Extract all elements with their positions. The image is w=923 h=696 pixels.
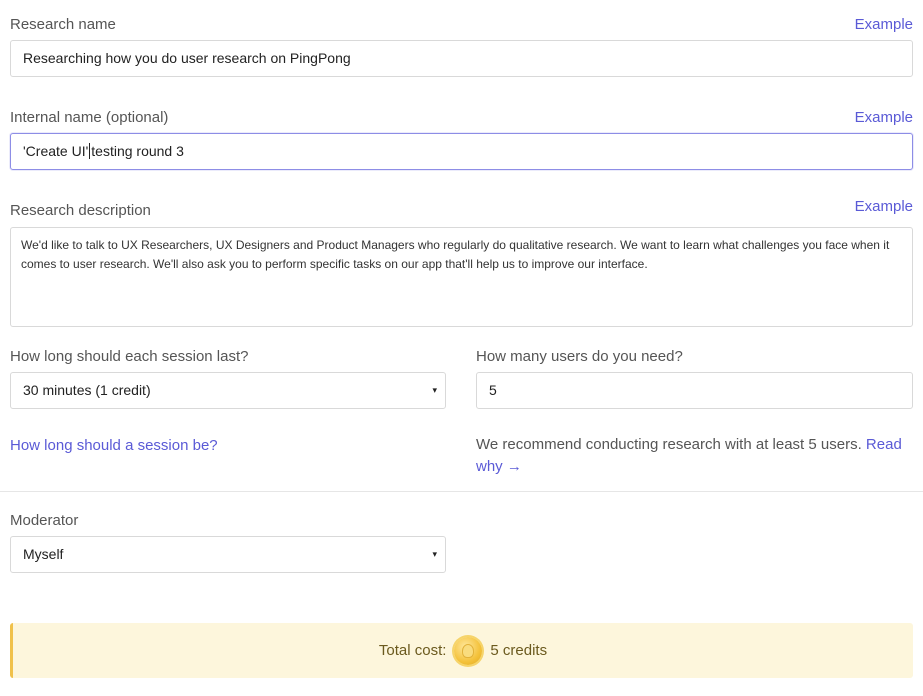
research-name-input[interactable]: Researching how you do user research on … [10, 40, 913, 77]
internal-name-input[interactable]: 'Create UI' testing round 3 [10, 133, 913, 170]
research-name-value: Researching how you do user research on … [23, 50, 351, 66]
session-length-select[interactable]: 30 minutes (1 credit) ▾ [10, 372, 446, 409]
internal-name-label: Internal name (optional) [10, 109, 169, 126]
users-recommendation-text: We recommend conducting research with at… [476, 436, 862, 453]
session-length-help-link[interactable]: How long should a session be? [10, 437, 218, 455]
total-cost-banner: Total cost: 5 credits [10, 623, 913, 678]
chevron-down-icon: ▾ [432, 385, 437, 395]
moderator-selected: Myself [23, 546, 64, 562]
section-divider [0, 491, 923, 492]
internal-name-example-link[interactable]: Example [855, 109, 913, 127]
moderator-label: Moderator [10, 512, 79, 529]
chevron-down-icon: ▾ [432, 549, 437, 559]
session-length-label: How long should each session last? [10, 348, 249, 365]
session-length-selected: 30 minutes (1 credit) [23, 382, 151, 398]
credit-coin-icon [454, 636, 483, 665]
internal-name-value-before-cursor: 'Create UI' [23, 143, 89, 159]
users-needed-value: 5 [489, 382, 497, 398]
description-value: We'd like to talk to UX Researchers, UX … [21, 238, 890, 271]
research-name-example-link[interactable]: Example [855, 16, 913, 34]
total-cost-label: Total cost: [378, 642, 447, 659]
users-needed-label: How many users do you need? [476, 348, 683, 365]
internal-name-value-after-cursor: testing round 3 [91, 143, 184, 159]
moderator-select[interactable]: Myself ▾ [10, 536, 446, 573]
total-cost-amount: 5 credits [490, 642, 548, 659]
description-textarea[interactable]: We'd like to talk to UX Researchers, UX … [10, 227, 913, 327]
research-name-label: Research name [10, 16, 116, 33]
description-label: Research description [10, 202, 151, 219]
users-recommendation: We recommend conducting research with at… [476, 434, 916, 478]
description-example-link[interactable]: Example [855, 198, 913, 216]
users-needed-input[interactable]: 5 [476, 372, 913, 409]
